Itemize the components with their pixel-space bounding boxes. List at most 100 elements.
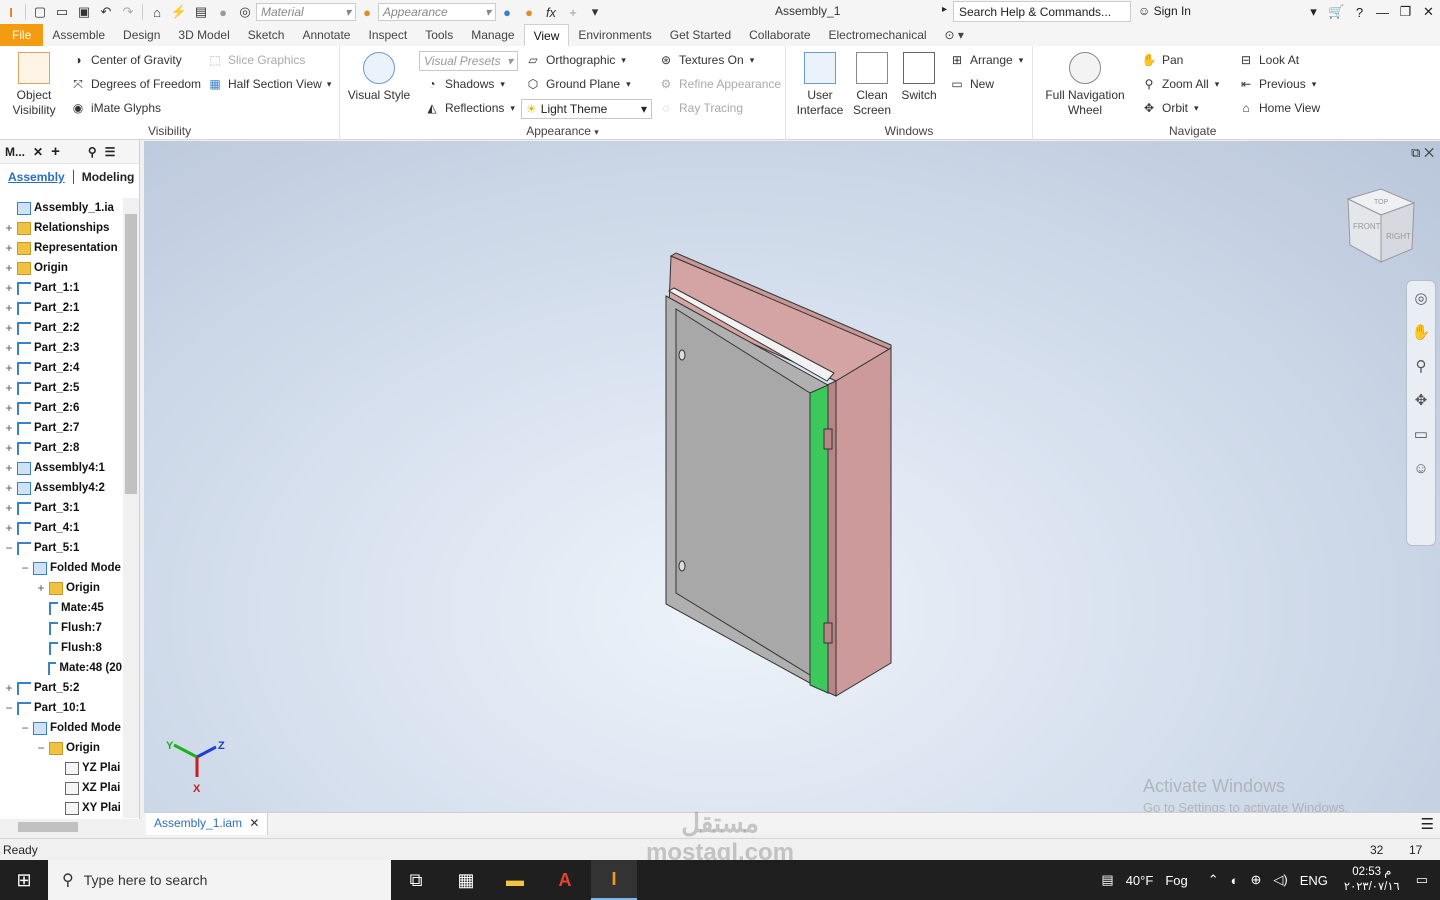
pan-hand-icon[interactable]: ✋ xyxy=(1407,315,1435,349)
taskbar-clock[interactable]: 02:53 م ٢٠٢٣/٠٧/١٦ xyxy=(1344,865,1400,895)
expand-toggle-icon[interactable]: − xyxy=(35,741,47,755)
expand-toggle-icon[interactable]: + xyxy=(3,301,15,315)
user-interface-button[interactable]: User Interface xyxy=(792,52,848,118)
tree-node[interactable]: + Origin xyxy=(0,578,122,598)
tree-node[interactable]: + Part_3:1 xyxy=(0,498,122,518)
tree-node[interactable]: XY Plai xyxy=(0,798,122,818)
appearance-sphere-icon[interactable]: ● xyxy=(356,2,378,22)
expand-toggle-icon[interactable]: + xyxy=(3,341,15,355)
close-icon[interactable]: ✕ xyxy=(33,145,43,159)
volume-icon[interactable]: ◁) xyxy=(1273,872,1287,888)
expand-toggle-icon[interactable]: − xyxy=(3,541,15,555)
ray-tracing-button[interactable]: ◌ Ray Tracing xyxy=(658,100,743,116)
browser-horizontal-scrollbar[interactable] xyxy=(0,819,140,835)
minimize-icon[interactable]: — xyxy=(1371,5,1394,20)
half-section-view-button[interactable]: ▦ Half Section View ▾ xyxy=(207,76,331,92)
ground-plane-button[interactable]: ⬡ Ground Plane ▾ xyxy=(525,76,631,92)
meet-now-icon[interactable]: ◐ xyxy=(1231,873,1239,888)
tree-node[interactable]: Flush:8 xyxy=(0,638,122,658)
tree-node[interactable]: − Origin xyxy=(0,738,122,758)
restore-icon[interactable]: ❐ xyxy=(1394,4,1417,20)
calculator-app-icon[interactable]: ▦ xyxy=(443,860,489,900)
expand-toggle-icon[interactable]: + xyxy=(3,361,15,375)
expand-toggle-icon[interactable]: + xyxy=(3,261,15,275)
orbit-button[interactable]: ✥ Orbit ▾ xyxy=(1141,100,1199,116)
tree-node[interactable]: + Part_4:1 xyxy=(0,518,122,538)
home-view-button[interactable]: ⌂ Home View xyxy=(1238,100,1320,116)
reflections-button[interactable]: ◭ Reflections ▾ xyxy=(424,100,515,116)
menu-icon[interactable]: ☰ xyxy=(1421,815,1434,833)
plus-icon[interactable]: + xyxy=(562,2,584,22)
tab-view[interactable]: View xyxy=(523,24,570,46)
weather-icon[interactable]: ▤ xyxy=(1101,872,1113,888)
expand-toggle-icon[interactable]: + xyxy=(3,681,15,695)
tree-node[interactable]: + Part_2:5 xyxy=(0,378,122,398)
expand-toggle-icon[interactable]: − xyxy=(3,701,15,715)
dropdown-icon[interactable]: ▾ xyxy=(1302,4,1325,20)
browser-vertical-scrollbar[interactable] xyxy=(123,198,139,818)
tab-environments[interactable]: Environments xyxy=(569,24,660,46)
network-icon[interactable]: ⊕ xyxy=(1250,872,1261,888)
tree-node[interactable]: − Folded Mode xyxy=(0,558,122,578)
tree-node[interactable]: + Part_2:1 xyxy=(0,298,122,318)
viewcube[interactable]: TOP FRONT RIGHT xyxy=(1346,188,1416,263)
clear-appearance-icon[interactable]: ● xyxy=(518,2,540,22)
expand-toggle-icon[interactable]: + xyxy=(3,521,15,535)
update-icon[interactable]: ⚡ xyxy=(168,2,190,22)
previous-button[interactable]: ⇤ Previous ▾ xyxy=(1238,76,1316,92)
orbit-icon[interactable]: ✥ xyxy=(1407,383,1435,417)
degrees-of-freedom-button[interactable]: ⤧ Degrees of Freedom xyxy=(70,76,201,92)
customize-dropdown-icon[interactable]: ▾ xyxy=(584,2,606,22)
expand-toggle-icon[interactable]: + xyxy=(35,581,47,595)
tree-node[interactable]: + Origin xyxy=(0,258,122,278)
tab-file[interactable]: File xyxy=(0,24,44,46)
expand-toggle-icon[interactable]: + xyxy=(3,221,15,235)
tab-tools[interactable]: Tools xyxy=(416,24,462,46)
tree-node[interactable]: − Part_10:1 xyxy=(0,698,122,718)
home-icon[interactable]: ⌂ xyxy=(146,2,168,22)
notification-icon[interactable]: ▭ xyxy=(1416,872,1428,888)
tree-node[interactable]: + Part_1:1 xyxy=(0,278,122,298)
object-visibility-button[interactable]: Object Visibility xyxy=(6,52,62,118)
language-indicator[interactable]: ENG xyxy=(1300,873,1328,888)
expand-toggle-icon[interactable]: + xyxy=(3,281,15,295)
imate-glyphs-button[interactable]: ◉ iMate Glyphs xyxy=(70,100,161,116)
tree-node[interactable]: + Part_5:2 xyxy=(0,678,122,698)
start-button[interactable]: ⊞ xyxy=(0,860,48,900)
tree-node[interactable]: Mate:48 (20 xyxy=(0,658,122,678)
tab-electromechanical[interactable]: Electromechanical xyxy=(820,24,936,46)
file-explorer-app-icon[interactable]: ▬ xyxy=(492,860,538,900)
select-icon[interactable]: ▤ xyxy=(190,2,212,22)
full-navigation-wheel-button[interactable]: Full Navigation Wheel xyxy=(1039,52,1131,118)
light-theme-combo[interactable]: ☀ Light Theme ▾ xyxy=(521,99,652,119)
view-face-icon[interactable]: ☺ xyxy=(1407,451,1435,485)
tab-design[interactable]: Design xyxy=(114,24,169,46)
caret-right-icon[interactable]: ▸ xyxy=(942,4,947,15)
shadows-button[interactable]: ◔ Shadows ▾ xyxy=(424,76,505,92)
tree-node[interactable]: Flush:7 xyxy=(0,618,122,638)
appearance-panel-label[interactable]: Appearance ▾ xyxy=(340,124,785,138)
close-icon[interactable]: ✕ xyxy=(249,816,259,830)
tree-node[interactable]: + Part_2:4 xyxy=(0,358,122,378)
expand-toggle-icon[interactable]: + xyxy=(3,461,15,475)
expand-toggle-icon[interactable]: + xyxy=(3,381,15,395)
steering-wheel-icon[interactable]: ◎ xyxy=(1407,281,1435,315)
clean-screen-button[interactable]: Clean Screen xyxy=(848,52,896,118)
tab-get-started[interactable]: Get Started xyxy=(661,24,740,46)
zoom-icon[interactable]: ⚲ xyxy=(1407,349,1435,383)
switch-button[interactable]: Switch xyxy=(896,52,942,103)
material-combo[interactable]: Material ▾ xyxy=(256,3,356,21)
sign-in-link[interactable]: ☺ Sign In xyxy=(1138,4,1191,18)
expand-toggle-icon[interactable]: + xyxy=(3,501,15,515)
visual-presets-combo[interactable]: Visual Presets ▾ xyxy=(419,51,518,71)
undo-icon[interactable]: ↶ xyxy=(95,2,117,22)
expand-toggle-icon[interactable]: + xyxy=(3,481,15,495)
expand-toggle-icon[interactable]: + xyxy=(3,241,15,255)
close-icon[interactable]: ✕ xyxy=(1417,4,1440,20)
parameters-fx-icon[interactable]: fx xyxy=(540,2,562,22)
tree-node[interactable]: + Assembly4:1 xyxy=(0,458,122,478)
arrange-button[interactable]: ⊞ Arrange ▾ xyxy=(949,52,1023,68)
look-at-icon[interactable]: ▭ xyxy=(1407,417,1435,451)
graphics-viewport[interactable]: ⧉ ✕ TOP FRONT RIGHT Y Z X ◎ ✋ ⚲ ✥ ▭ ☺ Ac… xyxy=(144,141,1440,812)
tab-sketch[interactable]: Sketch xyxy=(239,24,294,46)
